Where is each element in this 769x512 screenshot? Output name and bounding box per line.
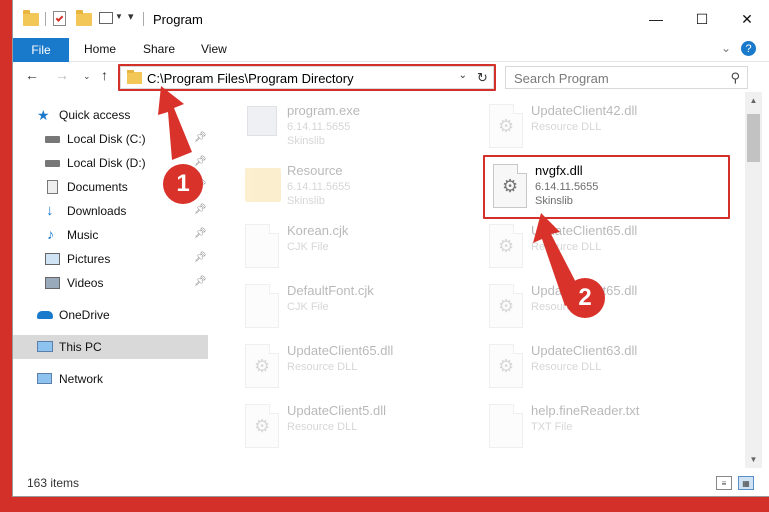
annotation-arrows (158, 86, 583, 306)
arrow-1 (158, 86, 192, 160)
step-badge-1: 1 (163, 164, 203, 204)
step-badge-2: 2 (565, 278, 605, 318)
